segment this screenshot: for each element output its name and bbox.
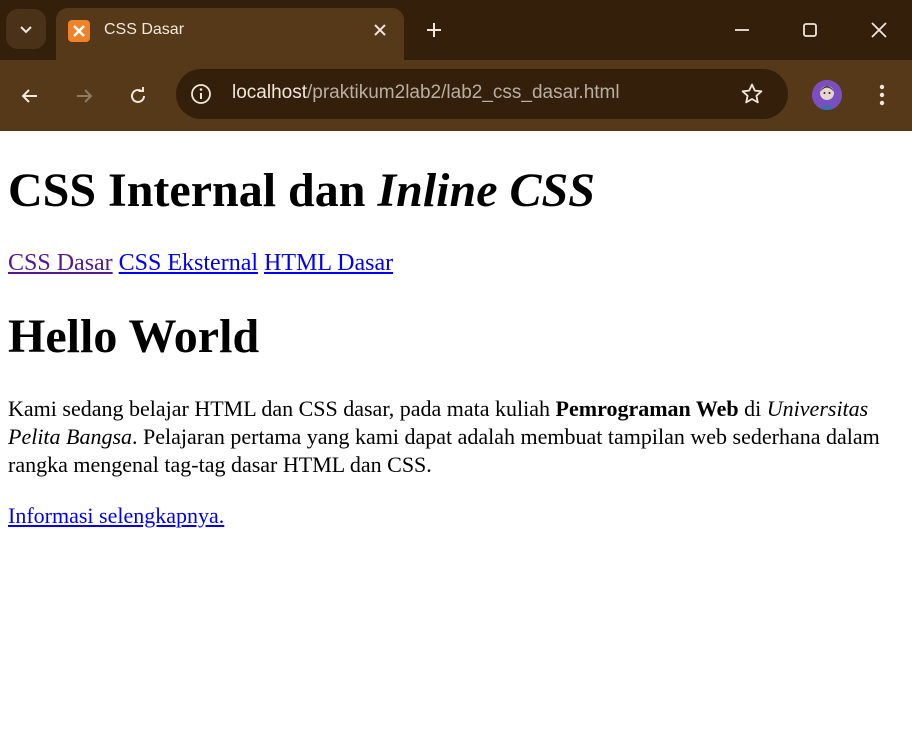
page-title-italic: Inline CSS <box>377 164 595 217</box>
arrow-left-icon <box>21 89 37 103</box>
url-text[interactable]: localhost/praktikum2lab2/lab2_css_dasar.… <box>232 82 620 104</box>
close-icon <box>871 22 887 38</box>
address-bar[interactable]: localhost/praktikum2lab2/lab2_css_dasar.… <box>176 69 788 119</box>
info-icon[interactable] <box>188 81 214 107</box>
browser-tab-strip: CSS Dasar <box>0 0 912 60</box>
back-button[interactable] <box>14 80 46 112</box>
more-vert-icon <box>879 84 885 106</box>
link-html-dasar[interactable]: HTML Dasar <box>264 250 393 276</box>
plus-icon <box>427 23 441 37</box>
reload-button[interactable] <box>122 80 154 112</box>
tab-close-icon[interactable] <box>368 18 392 42</box>
url-host: localhost <box>232 82 307 103</box>
new-tab-button[interactable] <box>420 16 448 44</box>
maximize-button[interactable] <box>796 16 824 44</box>
tab-title: CSS Dasar <box>104 21 185 38</box>
para-text-3: . Pelajaran pertama yang kami dapat adal… <box>8 424 880 477</box>
page-content: CSS Internal dan Inline CSS CSS Dasar CS… <box>0 131 912 747</box>
profile-avatar[interactable] <box>812 80 842 110</box>
link-css-eksternal[interactable]: CSS Eksternal <box>119 250 258 276</box>
tab-search-button[interactable] <box>6 9 46 49</box>
para-text-1: Kami sedang belajar HTML dan CSS dasar, … <box>8 396 556 421</box>
window-close-button[interactable] <box>865 16 893 44</box>
minimize-button[interactable] <box>728 16 756 44</box>
reload-icon <box>131 87 145 103</box>
active-tab[interactable]: CSS Dasar <box>56 8 404 60</box>
chevron-down-icon <box>20 26 32 34</box>
link-css-dasar[interactable]: CSS Dasar <box>8 250 113 276</box>
para-bold: Pemrograman Web <box>555 396 739 421</box>
xampp-icon <box>68 20 90 42</box>
minimize-icon <box>735 29 749 31</box>
menu-button[interactable] <box>868 80 896 110</box>
page-nav: CSS Dasar CSS Eksternal HTML Dasar <box>8 250 393 277</box>
para-text-2: di <box>738 396 767 421</box>
bookmark-star-icon[interactable] <box>738 80 766 108</box>
arrow-right-icon <box>77 89 93 103</box>
url-path: /praktikum2lab2/lab2_css_dasar.html <box>307 82 620 103</box>
intro-paragraph: Kami sedang belajar HTML dan CSS dasar, … <box>8 395 898 479</box>
page-title-main: CSS Internal dan <box>8 164 378 217</box>
browser-toolbar: localhost/praktikum2lab2/lab2_css_dasar.… <box>0 60 912 131</box>
maximize-icon <box>803 23 817 37</box>
hello-heading: Hello World <box>8 310 260 363</box>
page-title: CSS Internal dan Inline CSS <box>8 163 595 218</box>
forward-button[interactable] <box>68 80 100 112</box>
more-info-link[interactable]: Informasi selengkapnya. <box>8 503 224 529</box>
